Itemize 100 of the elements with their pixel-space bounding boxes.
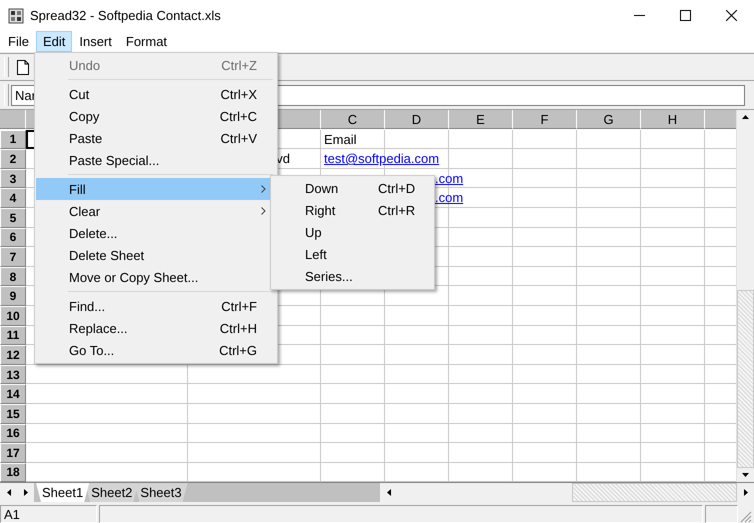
row-header[interactable]: 5 [0, 208, 26, 228]
email-link[interactable]: .com [435, 170, 464, 186]
column-header[interactable]: C [321, 110, 385, 129]
menu-item-label: Paste Special... [69, 152, 160, 168]
row-header[interactable]: 6 [0, 228, 26, 248]
table-cell [321, 384, 385, 404]
menu-item-label: Move or Copy Sheet... [69, 270, 198, 284]
email-link[interactable]: .com [435, 190, 464, 206]
row-header[interactable]: 16 [0, 424, 26, 444]
sheet-tab[interactable]: Sheet3 [134, 483, 188, 502]
row-header[interactable]: 3 [0, 168, 26, 188]
email-link[interactable]: test@softpedia.com [324, 151, 440, 166]
menu-item[interactable]: Series... [272, 265, 433, 287]
table-cell [577, 424, 641, 444]
table-cell [513, 443, 577, 463]
menu-item-label: Cut [69, 86, 90, 102]
table-cell [577, 266, 641, 286]
menu-item[interactable]: Insert [72, 31, 119, 52]
row-header[interactable]: 12 [0, 345, 26, 365]
menu-item[interactable]: Right Ctrl+R [272, 199, 433, 221]
table-cell [321, 404, 385, 424]
menu-item[interactable]: Find... Ctrl+F [36, 295, 276, 317]
table-cell [513, 286, 577, 306]
column-header[interactable]: F [513, 110, 577, 129]
row-header[interactable]: 18 [0, 462, 26, 482]
shortcut-text: Ctrl+Z [221, 58, 257, 72]
menu-item[interactable]: Go To... Ctrl+G [36, 339, 276, 361]
column-header[interactable]: H [641, 110, 705, 129]
sheet-tab[interactable]: Sheet1 [36, 483, 90, 502]
menu-item[interactable]: Edit [36, 31, 72, 52]
row-header[interactable]: 4 [0, 188, 26, 208]
table-cell [513, 306, 577, 326]
menu-item[interactable]: Paste Special... [36, 149, 276, 171]
table-cell [449, 228, 513, 248]
table-cell [641, 384, 705, 404]
table-cell [321, 326, 385, 346]
table-cell [513, 384, 577, 404]
row-header[interactable]: 17 [0, 443, 26, 463]
table-cell [513, 208, 577, 228]
corner-cell[interactable] [0, 110, 26, 129]
row-header[interactable]: 11 [0, 326, 26, 346]
table-cell [641, 188, 705, 208]
row-header[interactable]: 9 [0, 286, 26, 306]
table-cell [577, 384, 641, 404]
close-icon [726, 10, 736, 21]
table-cell [641, 286, 705, 306]
menu-item-label: Right [305, 202, 336, 218]
sheet-tab[interactable]: Sheet2 [85, 483, 138, 502]
table-cell [577, 345, 641, 365]
table-cell [577, 208, 641, 228]
row-header[interactable]: 13 [0, 364, 26, 384]
column-header[interactable]: E [449, 110, 513, 129]
row-header[interactable]: 10 [0, 306, 26, 326]
menu-item[interactable]: Replace... Ctrl+H [36, 317, 276, 339]
vertical-scrollbar[interactable] [736, 110, 754, 482]
table-cell [385, 404, 449, 424]
table-cell [513, 149, 577, 169]
table-cell [641, 228, 705, 248]
menu-item[interactable]: Paste Ctrl+V [36, 127, 276, 149]
resize-grip-icon[interactable] [740, 511, 752, 523]
shortcut-text: Ctrl+C [220, 108, 257, 124]
table-cell [577, 247, 641, 267]
cell-text: Email [324, 132, 357, 147]
table-cell [385, 306, 449, 326]
table-cell [321, 345, 385, 365]
shortcut-text: Ctrl+X [220, 86, 257, 102]
table-cell [385, 326, 449, 346]
table-cell [449, 326, 513, 346]
table-cell [449, 404, 513, 424]
table-cell [577, 404, 641, 424]
menu-item-label: Down [305, 180, 338, 196]
menu-item[interactable]: Copy Ctrl+C [36, 105, 276, 127]
menu-item-label: Undo [69, 58, 100, 72]
row-header[interactable]: 14 [0, 384, 26, 404]
table-cell [449, 384, 513, 404]
row-header[interactable]: 8 [0, 266, 26, 286]
scroll-thumb[interactable] [737, 290, 754, 468]
scroll-thumb[interactable] [572, 483, 737, 502]
table-cell [449, 208, 513, 228]
table-cell [385, 384, 449, 404]
column-header[interactable]: G [577, 110, 641, 129]
row-header[interactable]: 1 [0, 130, 26, 150]
row-header[interactable]: 7 [0, 247, 26, 267]
table-cell [641, 149, 705, 169]
menu-item[interactable]: Format [118, 31, 174, 52]
menu-item-label: Fill [69, 182, 86, 196]
new-document-icon[interactable] [17, 60, 29, 74]
down-arrow-icon [742, 473, 749, 477]
menu-item[interactable]: Left [272, 243, 433, 265]
table-cell [449, 247, 513, 267]
menu-item[interactable]: Cut Ctrl+X [36, 83, 276, 105]
table-cell [513, 326, 577, 346]
app-icon [8, 8, 24, 24]
row-header[interactable]: 15 [0, 404, 26, 424]
row-header[interactable]: 2 [0, 149, 26, 169]
table-cell [449, 286, 513, 306]
column-header[interactable]: D [385, 110, 449, 129]
menu-item[interactable]: File [1, 31, 36, 52]
table-cell [641, 345, 705, 365]
menu-item[interactable]: Up [272, 221, 433, 243]
